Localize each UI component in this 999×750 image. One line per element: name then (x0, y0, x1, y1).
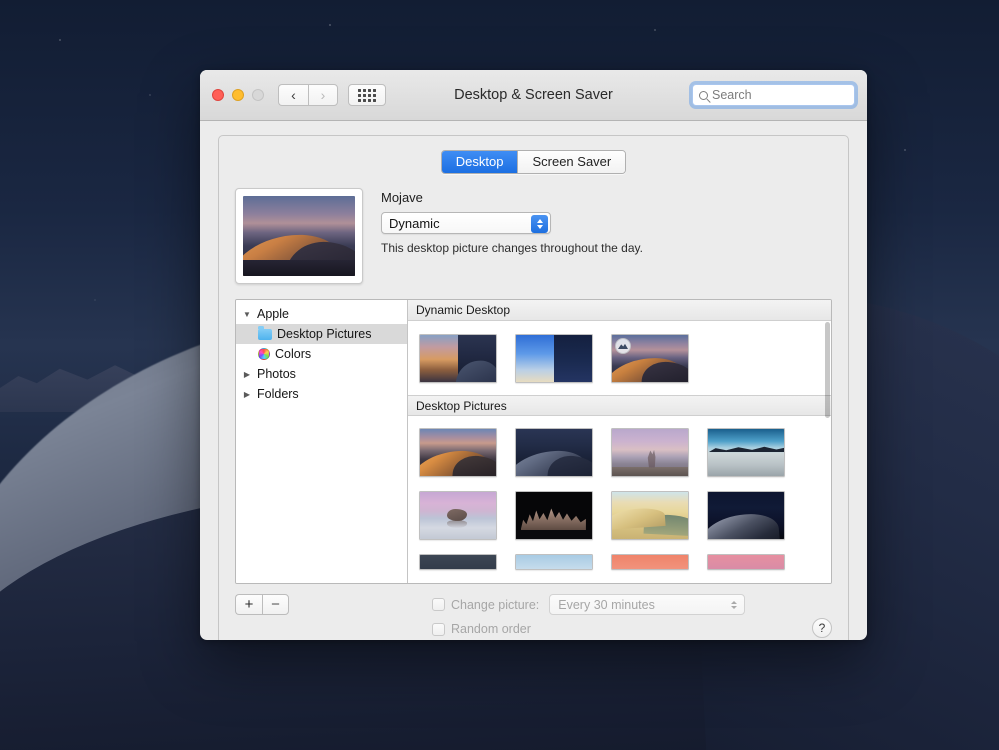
search-input[interactable]: Search (692, 84, 855, 106)
random-order-row: Random order (432, 622, 745, 636)
section-header-desktop-pictures: Desktop Pictures (408, 395, 831, 416)
wallpaper-thumbnail[interactable] (419, 554, 497, 570)
back-button[interactable]: ‹ (278, 84, 308, 106)
sidebar-item-folders[interactable]: ▶ Folders (236, 384, 407, 404)
desktop-preview-thumbnail[interactable] (235, 188, 363, 284)
gallery-scroll-area[interactable] (408, 416, 831, 583)
thumbnail-art (708, 555, 784, 569)
remove-folder-button[interactable]: − (262, 594, 289, 615)
thumbnail-art (516, 429, 592, 476)
desktop-background: ‹ › Desktop & Screen Saver Search Deskto… (0, 0, 999, 750)
wallpaper-thumbnail[interactable] (611, 491, 689, 540)
change-picture-row: Change picture: Every 30 minutes (432, 594, 746, 615)
thumbnail-art (516, 492, 592, 539)
add-folder-button[interactable]: + (235, 594, 262, 615)
change-picture-group: Change picture: Every 30 minutes Random … (432, 594, 746, 636)
wallpaper-thumbnail[interactable] (707, 491, 785, 540)
disclosure-collapsed-icon[interactable]: ▶ (242, 390, 252, 399)
popup-stepper-icon (531, 214, 548, 233)
tab-group: Desktop Screen Saver (440, 150, 627, 174)
thumbnail-art (420, 429, 496, 476)
wallpaper-thumbnail[interactable] (515, 554, 593, 570)
wallpaper-thumbnail[interactable] (515, 428, 593, 477)
minimize-icon[interactable] (232, 89, 244, 101)
preview-image (243, 196, 355, 276)
sidebar-item-label: Folders (257, 387, 299, 401)
picture-info: Mojave Dynamic This desktop picture chan… (381, 188, 643, 284)
sidebar-item-desktop-pictures[interactable]: Desktop Pictures (236, 324, 407, 344)
tab-screen-saver[interactable]: Screen Saver (517, 151, 626, 173)
wallpaper-thumbnail[interactable] (419, 428, 497, 477)
thumbnail-art (516, 335, 592, 382)
dynamic-desktop-thumbnails (408, 321, 831, 395)
wallpaper-thumbnail[interactable] (419, 491, 497, 540)
sidebar-item-label: Apple (257, 307, 289, 321)
sidebar-item-apple[interactable]: ▼ Apple (236, 304, 407, 324)
sidebar-item-label: Desktop Pictures (277, 327, 372, 341)
color-wheel-icon (258, 348, 270, 360)
desktop-pictures-thumbnails (408, 416, 831, 583)
sidebar-item-label: Colors (275, 347, 312, 361)
show-all-button[interactable] (348, 84, 386, 106)
zoom-icon (252, 89, 264, 101)
sidebar-item-colors[interactable]: Colors (236, 344, 407, 364)
stepper-icon (731, 600, 738, 609)
disclosure-expanded-icon[interactable]: ▼ (242, 310, 252, 319)
search-placeholder: Search (712, 88, 752, 102)
picture-name: Mojave (381, 190, 423, 205)
folder-icon (258, 325, 272, 340)
thumbnail-art (420, 335, 496, 382)
wallpaper-thumbnail[interactable] (707, 554, 785, 570)
change-picture-label: Change picture: (451, 597, 540, 612)
wallpaper-thumbnail[interactable] (611, 554, 689, 570)
thumbnail-art (612, 555, 688, 569)
bottom-controls: + − Change picture: Every 30 minutes Ran… (235, 584, 832, 640)
source-sidebar: ▼ Apple Desktop Pictures Colors ▶ Photos… (236, 300, 408, 583)
wallpaper-thumbnail[interactable] (515, 491, 593, 540)
grid-icon (358, 88, 376, 102)
tab-desktop[interactable]: Desktop (441, 151, 518, 173)
desktop-panel: Desktop Screen Saver Mojave Dynamic This… (218, 135, 849, 640)
picture-description: This desktop picture changes throughout … (381, 241, 643, 255)
close-icon[interactable] (212, 89, 224, 101)
sidebar-item-label: Photos (257, 367, 296, 381)
add-remove-group: + − (235, 594, 289, 615)
browser-area: ▼ Apple Desktop Pictures Colors ▶ Photos… (235, 299, 832, 584)
section-header-dynamic-desktop: Dynamic Desktop (408, 300, 831, 321)
preview-base (243, 260, 355, 276)
current-picture-row: Mojave Dynamic This desktop picture chan… (235, 188, 832, 284)
search-icon (699, 90, 708, 100)
thumbnail-art (420, 492, 496, 539)
wallpaper-thumbnail[interactable] (515, 334, 593, 383)
dynamic-badge-icon (615, 338, 631, 354)
help-button[interactable]: ? (812, 618, 832, 638)
window-titlebar: ‹ › Desktop & Screen Saver Search (200, 70, 867, 121)
wallpaper-thumbnail-selected[interactable] (611, 334, 689, 383)
wallpaper-thumbnail[interactable] (419, 334, 497, 383)
sidebar-item-photos[interactable]: ▶ Photos (236, 364, 407, 384)
traffic-lights (212, 89, 264, 101)
thumbnail-art (708, 492, 784, 539)
random-order-label: Random order (451, 622, 531, 636)
dynamic-mode-popup[interactable]: Dynamic (381, 212, 551, 234)
search-container: Search (692, 84, 855, 106)
thumbnail-art (612, 429, 688, 476)
interval-popup[interactable]: Every 30 minutes (549, 594, 746, 615)
change-picture-checkbox[interactable] (432, 598, 445, 611)
wallpaper-thumbnail[interactable] (707, 428, 785, 477)
thumbnail-art (420, 555, 496, 569)
thumbnail-art (612, 492, 688, 539)
tab-bar: Desktop Screen Saver (235, 150, 832, 174)
forward-button[interactable]: › (308, 84, 338, 106)
thumbnail-art (708, 429, 784, 476)
thumbnail-art (516, 555, 592, 569)
wallpaper-gallery: Dynamic Desktop Desktop Pictures (408, 300, 831, 583)
system-preferences-window: ‹ › Desktop & Screen Saver Search Deskto… (200, 70, 867, 640)
random-order-checkbox[interactable] (432, 622, 445, 636)
navigation-buttons: ‹ › (278, 84, 338, 106)
window-content: Desktop Screen Saver Mojave Dynamic This… (200, 121, 867, 640)
gallery-scrollbar[interactable] (825, 322, 830, 418)
disclosure-collapsed-icon[interactable]: ▶ (242, 370, 252, 379)
wallpaper-thumbnail[interactable] (611, 428, 689, 477)
